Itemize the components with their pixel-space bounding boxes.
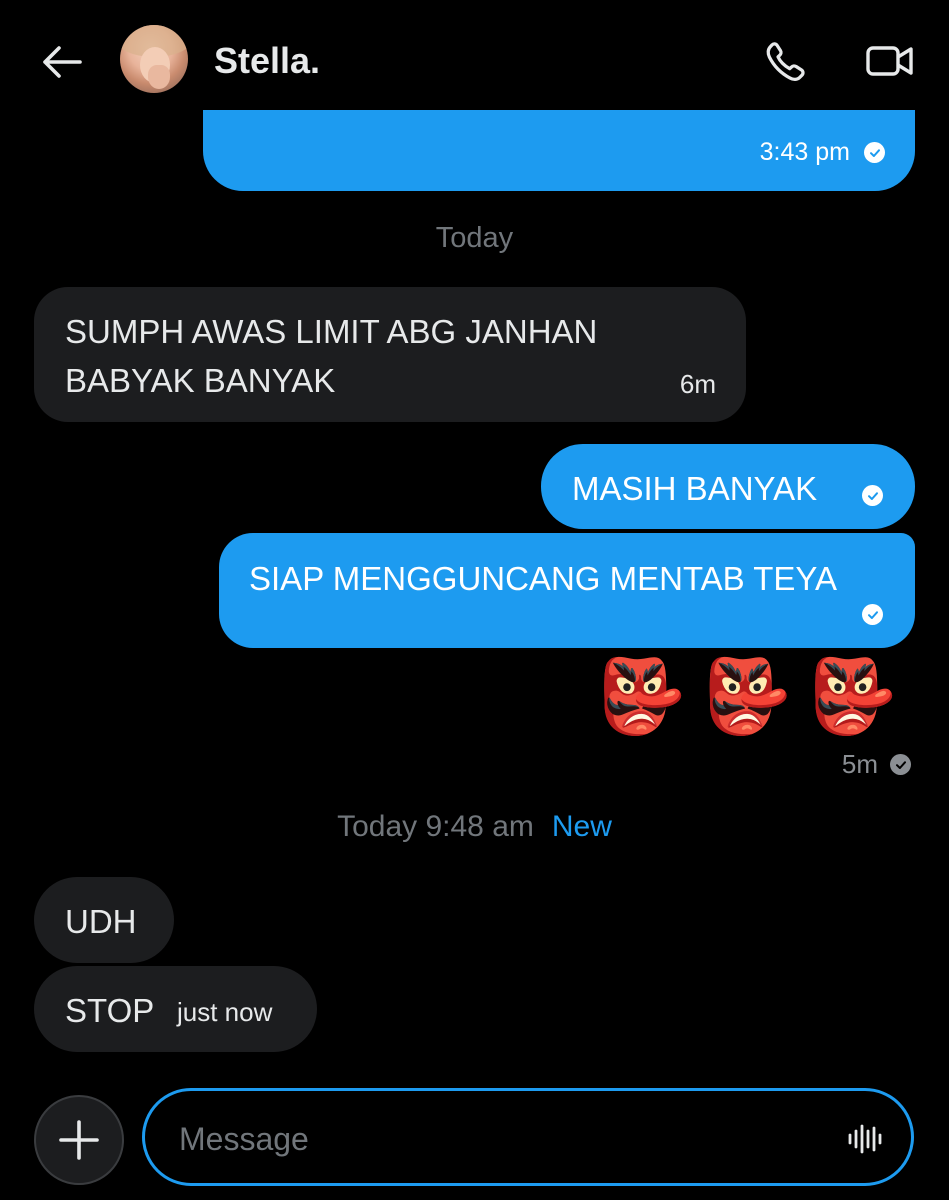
back-button[interactable] <box>38 38 86 86</box>
message-bubble-incoming[interactable]: UDH <box>34 877 174 963</box>
message-bubble-outgoing[interactable]: SIAP MENGGUNCANG MENTAB TEYA <box>219 533 915 648</box>
new-messages-divider: Today 9:48 am New <box>0 810 949 844</box>
read-check-icon <box>862 485 883 506</box>
video-camera-icon <box>866 46 913 76</box>
message-text: UDH <box>65 903 137 940</box>
add-attachment-button[interactable] <box>34 1095 124 1185</box>
message-text: SUMPH AWAS LIMIT ABG JANHAN BABYAK BANYA… <box>65 313 598 399</box>
video-call-button[interactable] <box>862 36 918 86</box>
divider-time: Today 9:48 am <box>337 810 534 843</box>
contact-name[interactable]: Stella. <box>214 38 320 84</box>
message-text: MASIH BANYAK <box>572 470 818 507</box>
phone-icon <box>766 42 805 81</box>
arrow-left-icon <box>43 46 82 78</box>
voice-message-button[interactable] <box>845 1119 885 1159</box>
new-label: New <box>551 810 612 843</box>
date-divider: Today <box>435 222 514 254</box>
message-input[interactable] <box>177 1115 821 1163</box>
message-bubble-incoming[interactable]: STOP just now <box>34 966 317 1052</box>
message-text: SIAP MENGGUNCANG MENTAB TEYA <box>249 560 837 597</box>
read-check-icon <box>864 142 885 163</box>
message-timestamp: 3:43 pm <box>760 138 885 167</box>
read-check-icon <box>862 604 883 625</box>
message-bubble-incoming[interactable]: SUMPH AWAS LIMIT ABG JANHAN BABYAK BANYA… <box>34 287 746 422</box>
message-bubble-outgoing[interactable]: MASIH BANYAK <box>541 444 915 529</box>
message-input-container[interactable] <box>142 1088 914 1186</box>
plus-icon <box>59 1120 99 1160</box>
emoji-message[interactable]: 👺👺👺 <box>596 652 913 742</box>
message-text: STOP <box>65 992 155 1029</box>
message-timestamp: 5m <box>842 749 911 780</box>
read-check-icon <box>890 754 911 775</box>
message-timestamp: just now <box>177 997 273 1027</box>
message-timestamp: 6m <box>679 369 716 399</box>
voice-waveform-icon <box>848 1124 882 1154</box>
call-button[interactable] <box>762 36 812 86</box>
message-bubble-outgoing[interactable]: 3:43 pm <box>203 110 915 191</box>
avatar[interactable] <box>120 25 188 93</box>
